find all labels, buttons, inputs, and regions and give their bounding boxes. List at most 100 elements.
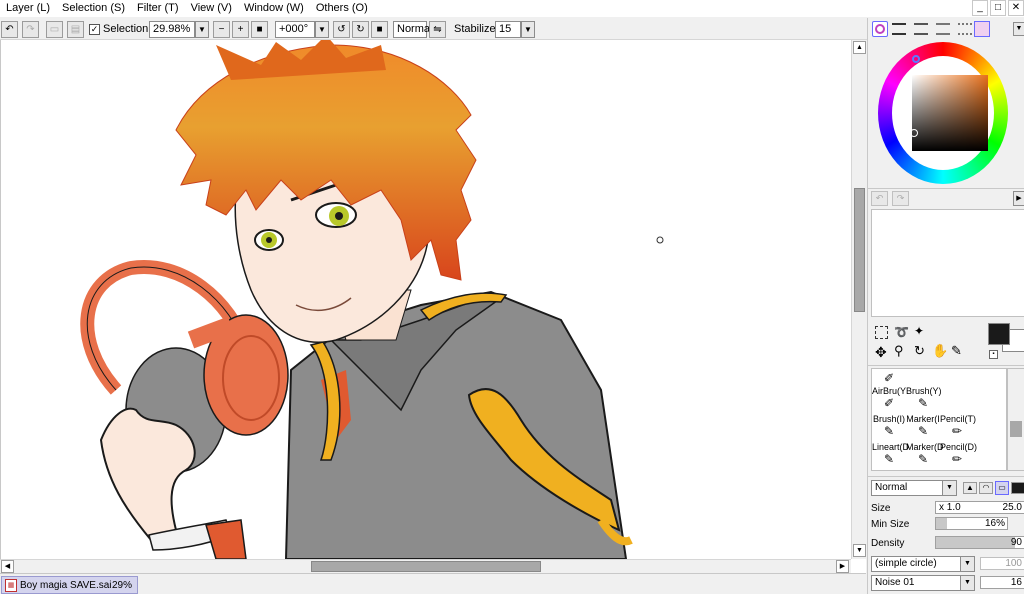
tool-marker-1[interactable]: Marker(I ✎ [906, 414, 940, 442]
scroll-left-icon[interactable]: ◀ [1, 560, 14, 573]
rotate-icon[interactable]: ↻ [914, 344, 925, 358]
horizontal-scroll-thumb[interactable] [311, 561, 541, 572]
tool-brush-1[interactable]: Brush(Y) ✎ [906, 386, 942, 414]
density-label: Density [871, 538, 905, 549]
hue-marker-icon[interactable] [912, 55, 920, 63]
scratchpad-tab-icon[interactable] [974, 21, 990, 37]
rotation-dropdown-arrow[interactable]: ▼ [315, 21, 329, 38]
rotate-left-icon[interactable]: ↺ [333, 21, 350, 38]
tool-label: AirBru(Y [872, 386, 907, 396]
menu-selection[interactable]: Selection (S) [56, 0, 131, 17]
zoom-field[interactable]: 29.98% [149, 21, 195, 38]
stabilizer-field[interactable]: 15 [495, 21, 521, 38]
tool-pencil-1[interactable]: Pencil(T) ✏ [940, 414, 976, 442]
selection-checkbox[interactable]: ✓ [89, 24, 100, 35]
tool-airbrush[interactable]: AirBru(Y ✐ [872, 386, 906, 414]
vertical-scrollbar[interactable]: ▲ ▼ [851, 40, 866, 559]
edge-hard-icon[interactable] [1011, 482, 1024, 494]
scroll-down-icon[interactable]: ▼ [853, 544, 866, 557]
marker-icon: ✎ [917, 452, 929, 466]
reset-colors-icon[interactable]: ▪ [989, 350, 998, 359]
menu-filter[interactable]: Filter (T) [131, 0, 185, 17]
deselect-icon[interactable]: ▭ [46, 21, 63, 38]
shape-strength-slider[interactable]: 100 [980, 557, 1024, 570]
zoom-out-icon[interactable]: − [213, 21, 230, 38]
edge-soft-icon[interactable]: ◠ [979, 482, 993, 494]
menu-view[interactable]: View (V) [185, 0, 238, 17]
sv-marker-icon[interactable] [910, 129, 918, 137]
lasso-icon[interactable]: ➰ [894, 325, 909, 339]
nav-undo-icon[interactable]: ↶ [871, 191, 888, 206]
document-tab[interactable]: ▦ Boy magia SAVE.sai 29% [1, 576, 138, 594]
magic-wand-icon[interactable]: ✦ [914, 324, 924, 338]
texture-strength-slider[interactable]: 16 [980, 576, 1024, 589]
right-panel: ▼ ↶ ↷ ▶ ➰ ✦ ✥ ⚲ ↻ ✋ ✎ ▪ ✐ AirBru(Y ✐ Brus… [867, 18, 1024, 594]
size-label: Size [871, 503, 891, 514]
close-button[interactable]: ✕ [1008, 0, 1024, 16]
rgb-slider-tab-icon[interactable] [892, 23, 906, 35]
pencil-icon: ✏ [951, 424, 963, 438]
brush-blend-mode-value: Normal [875, 482, 908, 493]
eyedropper-icon[interactable]: ✎ [951, 344, 962, 358]
chevron-down-icon: ▼ [960, 557, 974, 571]
redo-icon[interactable]: ↷ [22, 21, 39, 38]
navigator-preview[interactable] [871, 209, 1024, 317]
brush-shape-value: (simple circle) [875, 558, 937, 569]
vertical-scroll-thumb[interactable] [854, 188, 865, 312]
zoom-icon[interactable]: ⚲ [894, 344, 904, 358]
horizontal-scrollbar[interactable]: ◀ ▶ [0, 559, 851, 573]
min-size-value: 16% [984, 518, 1005, 529]
rotate-reset-icon[interactable]: ■ [371, 21, 388, 38]
menu-others[interactable]: Others (O) [310, 0, 374, 17]
tool-lineart[interactable]: Lineart(D ✎ [872, 442, 909, 470]
tool-brush-2[interactable]: Brush(I) ✎ [872, 414, 906, 442]
zoom-dropdown-arrow[interactable]: ▼ [195, 21, 209, 38]
hsv-slider-tab-icon[interactable] [914, 23, 928, 35]
scroll-right-icon[interactable]: ▶ [836, 560, 849, 573]
maximize-button[interactable]: □ [990, 0, 1006, 16]
menu-window[interactable]: Window (W) [238, 0, 310, 17]
stabilizer-dropdown-arrow[interactable]: ▼ [521, 21, 535, 38]
edge-medium-icon[interactable]: ▭ [995, 481, 1009, 495]
brush-blend-mode-dropdown[interactable]: Normal ▼ [871, 480, 957, 496]
invert-selection-icon[interactable]: ▤ [67, 21, 84, 38]
rotate-right-icon[interactable]: ↻ [352, 21, 369, 38]
size-slider[interactable]: x 1.0 25.0 [935, 501, 1024, 514]
brush-shape-dropdown[interactable]: (simple circle) ▼ [871, 556, 975, 572]
lineart-icon: ✎ [883, 452, 895, 466]
edge-sharp-icon[interactable]: ▲ [963, 482, 977, 494]
chevron-down-icon: ▼ [942, 481, 956, 495]
document-tab-name: Boy magia SAVE.sai [20, 579, 112, 591]
color-wheel-tab-icon[interactable] [872, 21, 888, 37]
tool-pencil-2[interactable]: Pencil(D) ✏ [940, 442, 977, 470]
rotation-field[interactable]: +000° [275, 21, 315, 38]
color-mixer-tab-icon[interactable] [936, 23, 950, 35]
tool-label: Brush(I) [872, 414, 905, 424]
chevron-down-icon: ▼ [960, 576, 974, 590]
hand-icon[interactable]: ✋ [932, 344, 948, 358]
brush-texture-value: Noise 01 [875, 577, 915, 588]
minimize-button[interactable]: _ [972, 0, 988, 16]
undo-icon[interactable]: ↶ [1, 21, 18, 38]
flip-icon[interactable]: ⇋ [429, 21, 446, 38]
primary-color-swatch[interactable] [988, 323, 1010, 345]
zoom-in-icon[interactable]: + [232, 21, 249, 38]
density-slider[interactable]: 90 [935, 536, 1024, 549]
saturation-value-square[interactable] [912, 75, 988, 151]
blend-mode-field[interactable]: Normal [393, 21, 432, 38]
scroll-up-icon[interactable]: ▲ [853, 41, 866, 54]
brush-texture-dropdown[interactable]: Noise 01 ▼ [871, 575, 975, 591]
select-rect-icon[interactable] [875, 326, 888, 339]
menu-layer[interactable]: Layer (L) [0, 0, 56, 17]
tool-marker-2[interactable]: Marker(D ✎ [906, 442, 944, 470]
menu-bar: Layer (L) Selection (S) Filter (T) View … [0, 0, 1024, 17]
navigator-menu-icon[interactable]: ▶ [1013, 191, 1024, 206]
swatches-tab-icon[interactable] [958, 23, 972, 35]
color-panel-menu-icon[interactable]: ▼ [1013, 22, 1024, 36]
nav-redo-icon[interactable]: ↷ [892, 191, 909, 206]
move-icon[interactable]: ✥ [875, 345, 887, 359]
canvas[interactable] [0, 40, 866, 573]
zoom-reset-icon[interactable]: ■ [251, 21, 268, 38]
min-size-slider[interactable]: 16% [935, 517, 1008, 530]
tool-grid-scrollbar[interactable] [1007, 368, 1024, 471]
